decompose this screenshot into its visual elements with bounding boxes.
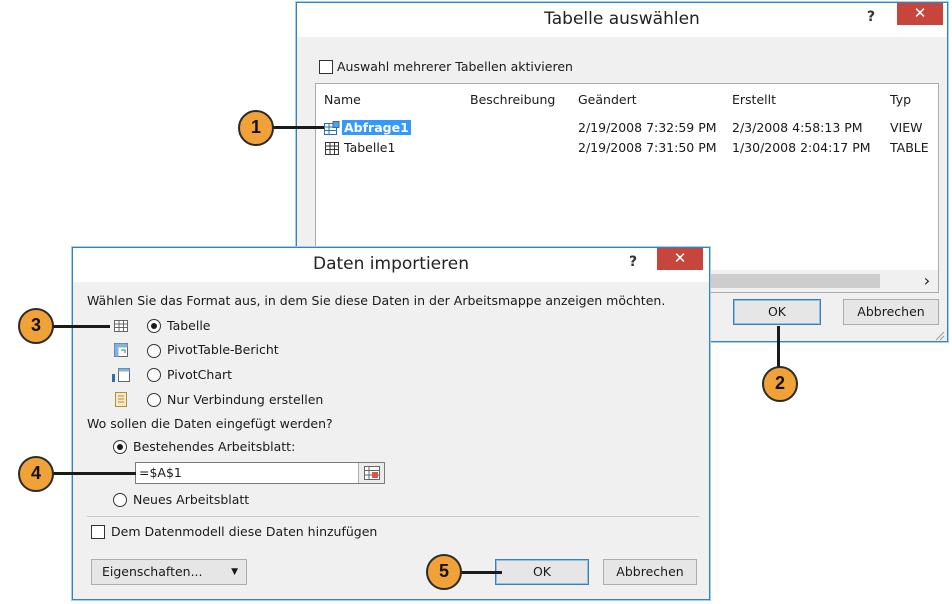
location-prompt: Wo sollen die Daten eingefügt werden?	[87, 416, 333, 431]
callout-2-leader	[777, 326, 780, 368]
row-created: 1/30/2008 2:04:17 PM	[732, 140, 871, 155]
range-picker-icon	[364, 466, 380, 480]
table-select-title: Tabelle auswählen	[544, 9, 700, 29]
multi-select-checkbox[interactable]	[319, 60, 333, 74]
callout-2: 2	[762, 366, 798, 402]
divider	[87, 516, 699, 517]
query-view-icon	[324, 121, 340, 135]
row-type: VIEW	[890, 120, 923, 135]
table-icon	[325, 142, 339, 155]
row-created: 2/3/2008 4:58:13 PM	[732, 120, 863, 135]
column-header-name[interactable]: Name	[324, 92, 361, 107]
properties-button[interactable]: Eigenschaften... ▼	[91, 559, 247, 585]
help-icon[interactable]: ?	[629, 248, 637, 276]
new-sheet-radio[interactable]	[113, 493, 127, 507]
format-table-radio[interactable]	[147, 319, 161, 333]
format-connection-only-radio[interactable]	[147, 393, 161, 407]
format-table-label[interactable]: Tabelle	[167, 318, 211, 333]
format-pivottable-label[interactable]: PivotTable-Bericht	[167, 342, 279, 357]
ok-button[interactable]: OK	[495, 559, 589, 585]
format-connection-only-label[interactable]: Nur Verbindung erstellen	[167, 392, 323, 407]
callout-5-leader	[460, 571, 502, 574]
column-header-type[interactable]: Typ	[890, 92, 911, 107]
properties-label: Eigenschaften...	[102, 564, 203, 579]
import-titlebar: Daten importieren	[73, 248, 709, 282]
cancel-button[interactable]: Abbrechen	[603, 559, 697, 585]
table-row[interactable]: Abfrage1 2/19/2008 7:32:59 PM 2/3/2008 4…	[322, 120, 938, 138]
format-pivotchart-label[interactable]: PivotChart	[167, 367, 232, 382]
format-pivotchart-radio[interactable]	[147, 368, 161, 382]
new-sheet-label[interactable]: Neues Arbeitsblatt	[133, 492, 249, 507]
range-picker-button[interactable]	[358, 463, 384, 483]
data-model-label[interactable]: Dem Datenmodell diese Daten hinzufügen	[111, 524, 377, 539]
ok-button[interactable]: OK	[733, 299, 821, 325]
row-type: TABLE	[890, 140, 929, 155]
connection-only-icon	[115, 392, 127, 407]
callout-4-leader	[52, 472, 136, 475]
table-row[interactable]: Tabelle1 2/19/2008 7:31:50 PM 1/30/2008 …	[322, 140, 938, 158]
resize-grip-icon[interactable]	[933, 329, 945, 341]
dropdown-arrow-icon: ▼	[231, 567, 238, 577]
help-icon[interactable]: ?	[867, 3, 875, 31]
table-select-titlebar: Tabelle auswählen	[297, 3, 947, 37]
data-model-checkbox[interactable]	[91, 525, 105, 539]
import-title: Daten importieren	[313, 254, 469, 274]
callout-4: 4	[18, 456, 54, 492]
import-data-dialog: Daten importieren ? ✕ Wählen Sie das For…	[72, 247, 710, 600]
callout-3: 3	[18, 308, 54, 344]
row-name-selected: Abfrage1	[342, 120, 411, 135]
column-header-description[interactable]: Beschreibung	[470, 92, 555, 107]
close-button[interactable]: ✕	[657, 248, 703, 270]
cancel-button[interactable]: Abbrechen	[843, 299, 939, 325]
range-input-value: =$A$1	[139, 465, 182, 480]
existing-sheet-radio[interactable]	[113, 440, 127, 454]
row-modified: 2/19/2008 7:31:50 PM	[578, 140, 717, 155]
existing-sheet-label[interactable]: Bestehendes Arbeitsblatt:	[133, 439, 295, 454]
pivottable-icon	[114, 343, 128, 357]
row-name: Tabelle1	[344, 140, 396, 155]
table-format-icon	[114, 320, 128, 332]
callout-1: 1	[238, 110, 274, 146]
range-input[interactable]: =$A$1	[135, 462, 385, 484]
pivotchart-icon	[112, 368, 130, 382]
callout-3-leader	[52, 325, 110, 328]
row-modified: 2/19/2008 7:32:59 PM	[578, 120, 717, 135]
column-header-modified[interactable]: Geändert	[578, 92, 637, 107]
format-pivottable-radio[interactable]	[147, 344, 161, 358]
callout-1-leader	[272, 126, 324, 129]
callout-5: 5	[426, 554, 462, 590]
column-header-created[interactable]: Erstellt	[732, 92, 776, 107]
multi-select-label: Auswahl mehrerer Tabellen aktivieren	[337, 59, 573, 74]
format-prompt: Wählen Sie das Format aus, in dem Sie di…	[87, 293, 666, 308]
scroll-right-button[interactable]: ›	[916, 270, 938, 292]
close-button[interactable]: ✕	[897, 3, 943, 25]
